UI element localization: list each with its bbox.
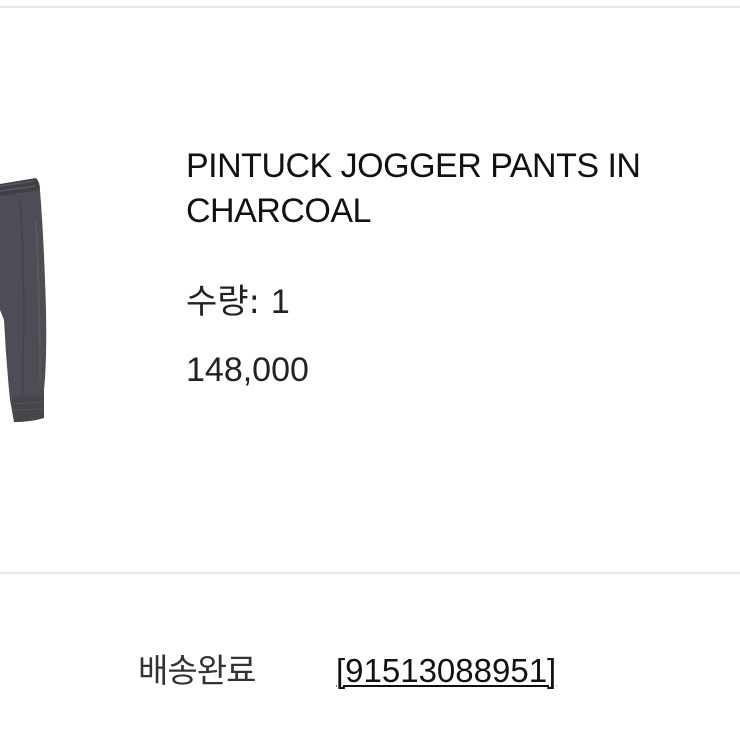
quantity-label: 수량:	[186, 282, 261, 322]
delivery-status: 배송완료	[138, 651, 256, 690]
tracking-number-link[interactable]: [91513088951]	[336, 650, 556, 692]
product-name[interactable]: PINTUCK JOGGER PANTS IN CHARCOAL	[186, 144, 736, 234]
product-thumbnail[interactable]	[0, 160, 60, 430]
section-divider	[0, 572, 740, 574]
jogger-pants-image	[0, 178, 47, 422]
product-price: 148,000	[186, 351, 309, 389]
top-divider	[0, 6, 740, 8]
quantity-value: 1	[270, 283, 290, 321]
quantity-row: 수량: 1	[186, 282, 290, 322]
